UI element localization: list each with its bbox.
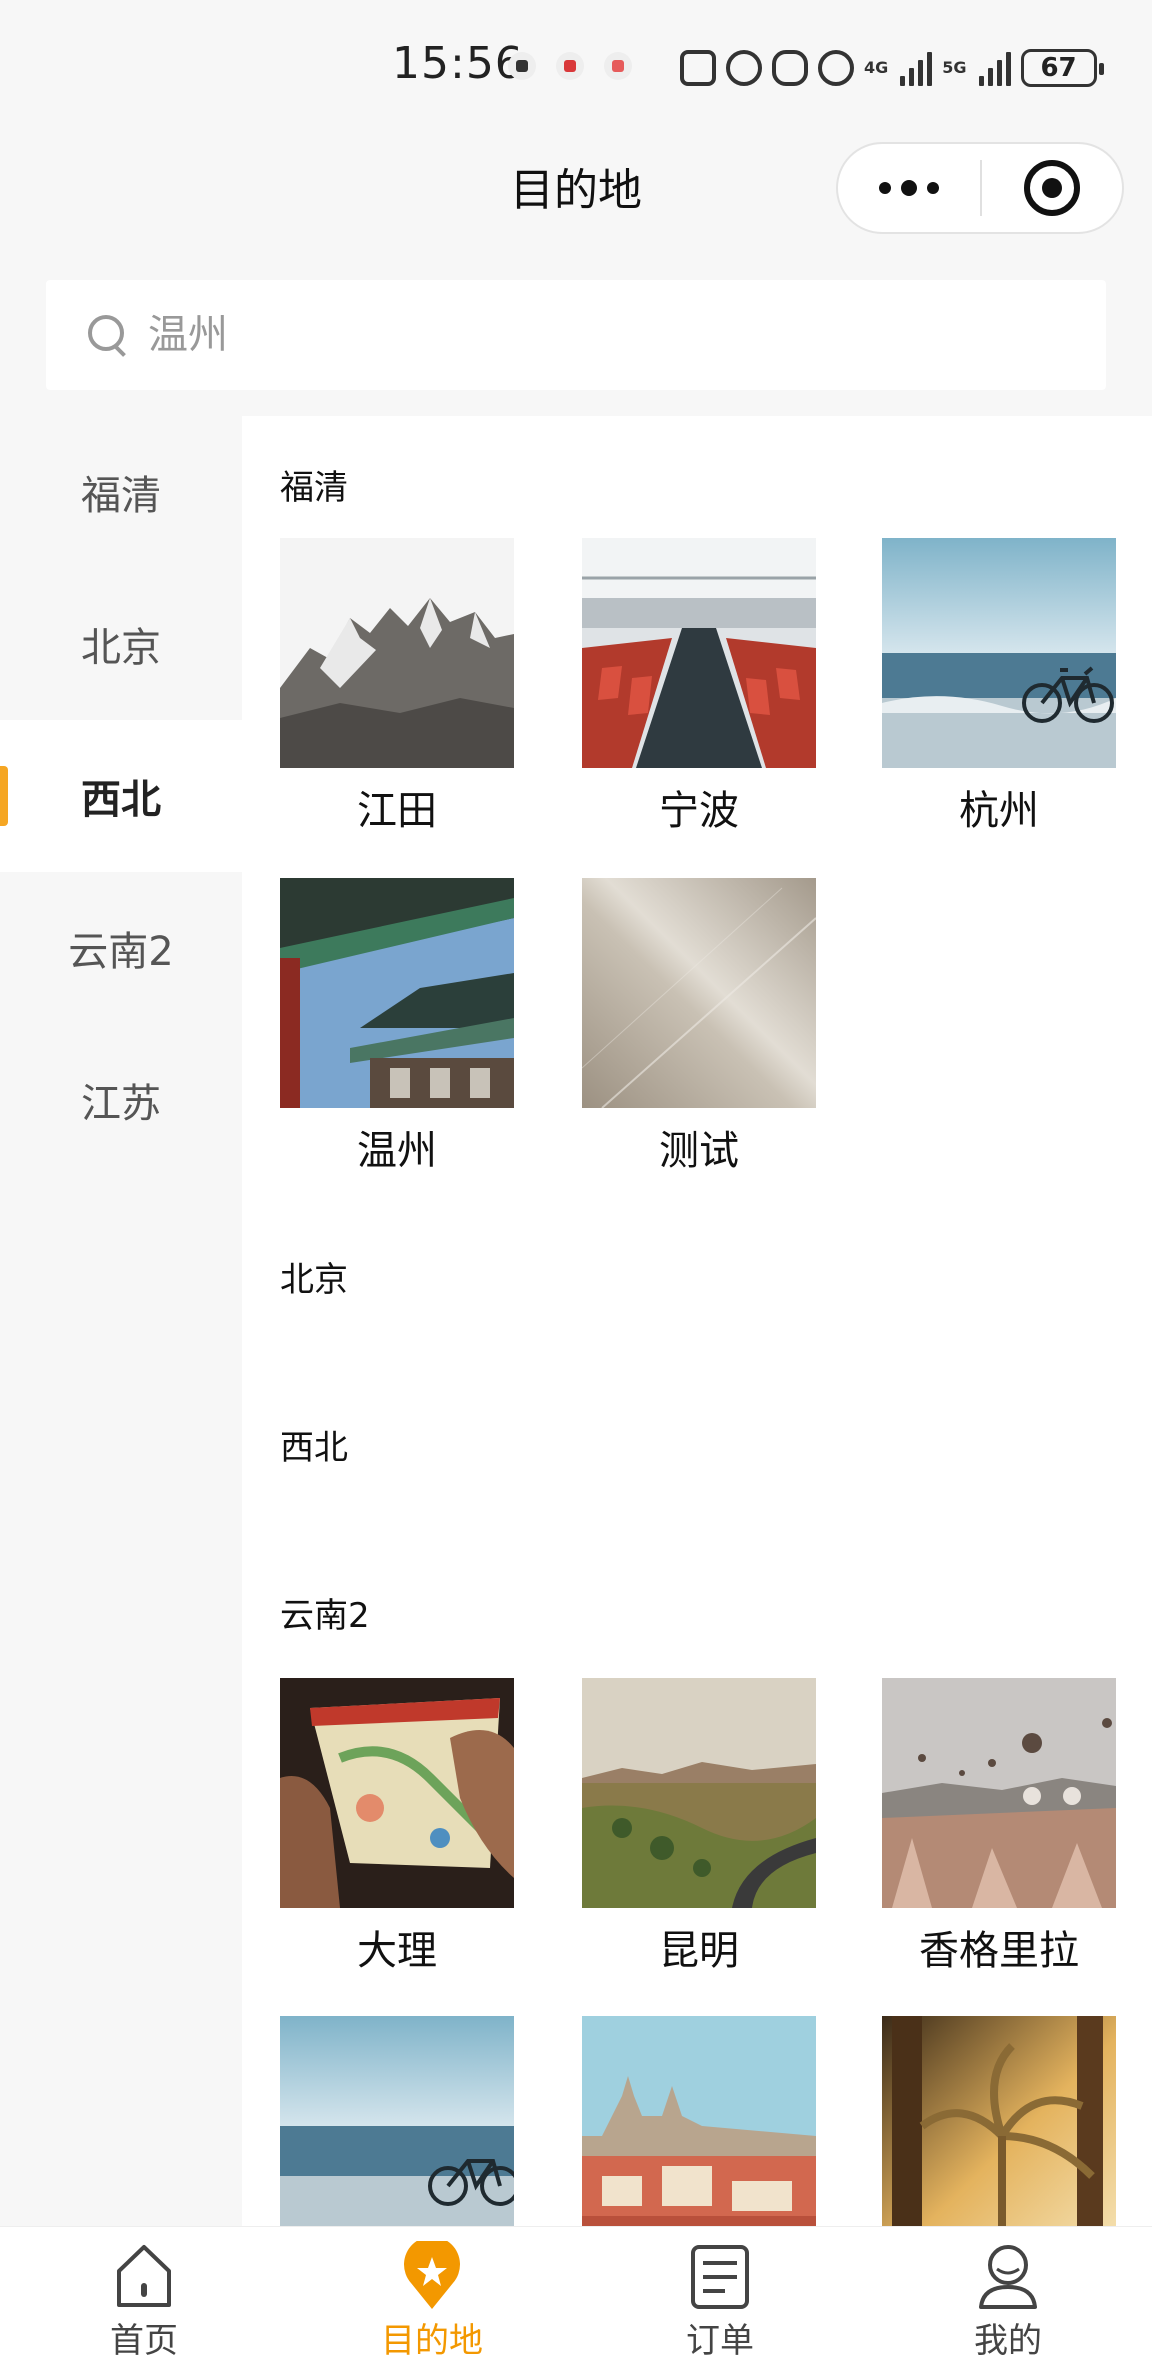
battery-icon: 67	[1020, 49, 1104, 87]
bottom-tab-bar: 首页 目的地 订单 我的	[0, 2226, 1152, 2376]
destination-card[interactable]: 温州	[280, 878, 514, 1176]
destination-card[interactable]: 昆明	[582, 1678, 816, 1976]
more-menu-button[interactable]	[838, 144, 980, 232]
category-sidebar: 福清 北京 西北 云南2 江苏	[0, 416, 242, 2226]
signal-icon-1	[900, 50, 933, 86]
search-icon	[88, 315, 128, 355]
tab-home[interactable]: 首页	[0, 2227, 288, 2376]
home-icon	[117, 2245, 171, 2307]
sidebar-item-fuqing[interactable]: 福清	[0, 416, 242, 568]
section-title-beijing: 北京	[280, 1260, 348, 1300]
status-bar: 15:56 4G 5G 67	[0, 0, 1152, 132]
destination-card[interactable]: 测试	[582, 878, 816, 1176]
more-dot-icon	[879, 182, 891, 194]
destination-name: 测试	[659, 1128, 739, 1174]
tab-destination[interactable]: 目的地	[288, 2227, 576, 2376]
destination-name: 香格里拉	[919, 1928, 1079, 1974]
order-list-icon	[691, 2245, 749, 2309]
notification-mail-icon	[604, 52, 632, 80]
search-area	[0, 252, 1152, 416]
tab-label: 首页	[110, 2321, 178, 2361]
sidebar-item-label: 云南2	[68, 929, 174, 975]
sidebar-item-label: 福清	[81, 473, 161, 519]
destination-image-beach-bicycle	[882, 538, 1116, 768]
destination-image-mountain	[280, 538, 514, 768]
battery-level: 67	[1040, 53, 1077, 83]
notification-app-icon	[556, 52, 584, 80]
destination-card[interactable]: 大理	[280, 1678, 514, 1976]
sidebar-item-label: 西北	[81, 777, 161, 823]
miniprogram-capsule	[836, 142, 1124, 234]
destination-card[interactable]: 香格里拉	[882, 1678, 1116, 1976]
close-miniprogram-button[interactable]	[982, 144, 1122, 232]
destination-image-train-interior	[582, 538, 816, 768]
navigation-bar: 目的地	[0, 132, 1152, 252]
destination-card[interactable]: 江田	[280, 538, 514, 836]
destination-name: 杭州	[959, 788, 1039, 834]
destination-card[interactable]	[280, 2016, 514, 2226]
more-dot-icon	[927, 182, 939, 194]
signal-icon-2	[978, 50, 1011, 86]
destination-card[interactable]: 宁波	[582, 538, 816, 836]
alarm-icon	[726, 50, 762, 86]
destination-card[interactable]	[582, 2016, 816, 2226]
network-type-1: 4G	[864, 58, 889, 77]
section-title-xibei: 西北	[280, 1428, 348, 1468]
destination-name: 温州	[357, 1128, 437, 1174]
location-pin-icon	[404, 2241, 460, 2309]
status-icons: 4G 5G 67	[680, 40, 1104, 96]
tab-label: 目的地	[381, 2321, 483, 2361]
destination-image-map-hands	[280, 1678, 514, 1908]
destination-image-desert-road	[582, 1678, 816, 1908]
search-input[interactable]	[148, 312, 1048, 358]
search-box[interactable]	[46, 280, 1106, 390]
destination-image-beach-bicycle	[280, 2016, 514, 2226]
destination-list: 福清 江田 宁波 杭州 温州 测试 北京 西北 云南2 大理 昆明 香格里拉	[242, 416, 1152, 2226]
destination-image-pagoda-roof	[280, 878, 514, 1108]
destination-card[interactable]	[882, 2016, 1116, 2226]
destination-image-hot-air-balloons	[882, 1678, 1116, 1908]
tab-label: 订单	[686, 2321, 754, 2361]
sidebar-item-jiangsu[interactable]: 江苏	[0, 1024, 242, 1176]
destination-image-fabric-texture	[582, 878, 816, 1108]
mute-icon	[818, 50, 854, 86]
bluetooth-icon	[772, 50, 808, 86]
network-type-2: 5G	[942, 58, 967, 77]
sidebar-item-label: 江苏	[81, 1081, 161, 1127]
destination-name: 大理	[357, 1928, 437, 1974]
notification-shield-icon	[508, 52, 536, 80]
sidebar-item-yunnan2[interactable]: 云南2	[0, 872, 242, 1024]
destination-card[interactable]: 杭州	[882, 538, 1116, 836]
destination-name: 宁波	[659, 788, 739, 834]
sidebar-item-beijing[interactable]: 北京	[0, 568, 242, 720]
status-time: 15:56	[392, 38, 524, 89]
tab-mine[interactable]: 我的	[864, 2227, 1152, 2376]
sidebar-item-xibei[interactable]: 西北	[0, 720, 242, 872]
profile-icon	[979, 2245, 1037, 2309]
destination-name: 江田	[357, 788, 437, 834]
destination-name: 昆明	[659, 1928, 739, 1974]
nfc-icon	[680, 50, 716, 86]
more-dot-icon	[901, 180, 917, 196]
sidebar-item-label: 北京	[81, 625, 161, 671]
destination-image-palm-trees	[882, 2016, 1116, 2226]
tab-label: 我的	[974, 2321, 1042, 2361]
target-circle-icon	[1024, 160, 1080, 216]
section-title-fuqing: 福清	[280, 468, 348, 508]
destination-image-castle-city	[582, 2016, 816, 2226]
section-title-yunnan2: 云南2	[280, 1596, 370, 1636]
tab-orders[interactable]: 订单	[576, 2227, 864, 2376]
